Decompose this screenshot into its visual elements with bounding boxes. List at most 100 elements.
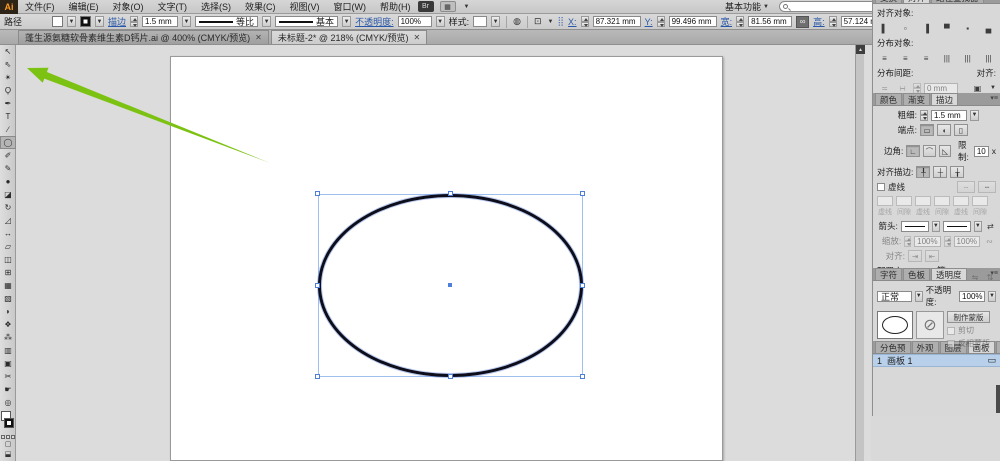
distribute-horizontal-right-icon[interactable]: ||| bbox=[981, 52, 996, 64]
drawing-modes-icon[interactable]: ▢ bbox=[0, 439, 16, 449]
tool-eraser[interactable]: ◪ bbox=[0, 188, 16, 201]
reference-point-locator-icon[interactable]: ⣿ bbox=[557, 16, 564, 27]
weight-field[interactable]: 1.5 mm bbox=[931, 109, 967, 121]
handle-middle-right[interactable] bbox=[580, 283, 585, 288]
tool-column-graph[interactable]: ▥ bbox=[0, 344, 16, 357]
gap-field[interactable] bbox=[896, 196, 912, 206]
arrowhead-start-select[interactable] bbox=[900, 220, 929, 232]
x-field[interactable]: 87.321 mm bbox=[592, 16, 641, 27]
menu-effect[interactable]: 效果(C) bbox=[238, 2, 283, 12]
doc-tab-2[interactable]: 未标题-2* @ 218% (CMYK/预览) ✕ bbox=[270, 30, 428, 44]
menu-type[interactable]: 文字(T) bbox=[151, 2, 195, 12]
tool-hand[interactable]: ☛ bbox=[0, 383, 16, 396]
gap-field[interactable] bbox=[972, 196, 988, 206]
menu-object[interactable]: 对象(O) bbox=[106, 2, 151, 12]
menu-select[interactable]: 选择(S) bbox=[194, 2, 238, 12]
align-vertical-bottom-icon[interactable]: ▄ bbox=[981, 22, 996, 34]
menu-file[interactable]: 文件(F) bbox=[18, 2, 62, 12]
dock-scrollbar-thumb[interactable] bbox=[996, 385, 1000, 413]
stroke-panel-link[interactable]: 描边 bbox=[108, 15, 126, 28]
y-stepper[interactable] bbox=[656, 16, 665, 27]
dash-field[interactable] bbox=[877, 196, 893, 206]
flip-across-icon[interactable]: ⇅ bbox=[984, 271, 996, 283]
handle-bottom-center[interactable] bbox=[448, 374, 453, 379]
tool-symbol-sprayer[interactable]: ⁂ bbox=[0, 331, 16, 344]
tool-pencil[interactable]: ✎ bbox=[0, 162, 16, 175]
tool-ellipse[interactable]: ◯ bbox=[0, 136, 16, 149]
distribute-vertical-top-icon[interactable]: ≡ bbox=[877, 52, 892, 64]
dash-field[interactable] bbox=[915, 196, 931, 206]
tool-perspective-grid[interactable]: ⊞ bbox=[0, 266, 16, 279]
spacing-stepper[interactable] bbox=[913, 82, 921, 94]
fill-dropdown-icon[interactable]: ▼ bbox=[67, 16, 77, 27]
weight-dropdown-icon[interactable]: ▼ bbox=[970, 109, 979, 121]
panel-opacity-dropdown-icon[interactable]: ▼ bbox=[988, 290, 996, 302]
width-stepper[interactable] bbox=[736, 16, 745, 27]
align-horizontal-left-icon[interactable]: ▌ bbox=[877, 22, 892, 34]
width-profile-dropdown-icon[interactable]: ▼ bbox=[262, 16, 272, 27]
scroll-up-icon[interactable]: ▲ bbox=[856, 45, 865, 54]
scale-end-stepper[interactable] bbox=[943, 235, 951, 247]
x-stepper[interactable] bbox=[580, 16, 589, 27]
opacity-field[interactable]: 100% bbox=[397, 16, 432, 27]
preserve-dash-icon[interactable]: ┄ bbox=[957, 181, 975, 193]
height-label[interactable]: 高: bbox=[813, 15, 825, 28]
y-field[interactable]: 99.496 mm bbox=[668, 16, 717, 27]
tab-transparency[interactable]: 透明度 bbox=[931, 268, 967, 280]
align-vertical-center-icon[interactable]: ▪ bbox=[960, 22, 975, 34]
tool-blob-brush[interactable]: ● bbox=[0, 175, 16, 188]
close-tab-icon[interactable]: ✕ bbox=[414, 33, 421, 42]
dash-field[interactable] bbox=[953, 196, 969, 206]
menu-view[interactable]: 视图(V) bbox=[283, 2, 327, 12]
distribute-vertical-bottom-icon[interactable]: ≡ bbox=[919, 52, 934, 64]
tab-swatches[interactable]: 色板 bbox=[903, 268, 931, 280]
tab-transform[interactable]: 变换 bbox=[875, 0, 903, 3]
tab-stroke[interactable]: 描边 bbox=[931, 93, 959, 105]
stroke-color-swatch[interactable] bbox=[80, 16, 92, 27]
tab-character[interactable]: 字符 bbox=[875, 268, 903, 280]
tool-rotate[interactable]: ↻ bbox=[0, 201, 16, 214]
align-stroke-center-icon[interactable]: ╀ bbox=[916, 166, 931, 178]
width-label[interactable]: 宽: bbox=[721, 15, 733, 28]
width-profile-select[interactable]: 等比 bbox=[195, 16, 259, 27]
arrowhead-end-select[interactable] bbox=[942, 220, 971, 232]
arrange-documents-icon[interactable]: ▦ bbox=[439, 1, 456, 12]
tool-slice[interactable]: ✂ bbox=[0, 370, 16, 383]
bridge-icon[interactable]: Br bbox=[417, 1, 434, 12]
tool-line-segment[interactable]: ∕ bbox=[0, 123, 16, 136]
stroke-weight-dropdown-icon[interactable]: ▼ bbox=[182, 16, 192, 27]
align-horizontal-right-icon[interactable]: ▐ bbox=[919, 22, 934, 34]
object-thumbnail[interactable] bbox=[877, 311, 913, 339]
opacity-dropdown-icon[interactable]: ▼ bbox=[435, 16, 445, 27]
style-field[interactable] bbox=[473, 16, 488, 27]
bevel-join-icon[interactable]: ◺ bbox=[939, 145, 952, 157]
ellipse-center-point[interactable] bbox=[448, 283, 452, 287]
tab-appearance[interactable]: 外观 bbox=[911, 341, 939, 353]
align-options-icon[interactable]: ⊡ bbox=[534, 16, 542, 27]
width-field[interactable]: 81.56 mm bbox=[748, 16, 793, 27]
constrain-proportions-icon[interactable]: ∞ bbox=[796, 15, 810, 28]
gradient-button[interactable] bbox=[5, 435, 10, 439]
link-scale-icon[interactable]: ∾ bbox=[983, 235, 996, 247]
tool-mesh[interactable]: ▦ bbox=[0, 279, 16, 292]
menu-help[interactable]: 帮助(H) bbox=[373, 2, 418, 12]
tab-attributes[interactable]: 属性 bbox=[995, 341, 1000, 353]
panel-menu-icon[interactable]: ▾≡ bbox=[990, 0, 998, 3]
tab-pathfinder[interactable]: 路径查找器 bbox=[931, 0, 984, 3]
brush-definition-select[interactable]: 基本 bbox=[275, 16, 339, 27]
tool-lasso[interactable]: Ϙ bbox=[0, 84, 16, 97]
menu-edit[interactable]: 编辑(E) bbox=[62, 2, 106, 12]
tool-eyedropper[interactable]: ◗ bbox=[0, 305, 16, 318]
artboard-row-1[interactable]: 1 画板 1 ▭ bbox=[873, 354, 1000, 367]
butt-cap-icon[interactable]: ▭ bbox=[920, 124, 934, 136]
clip-checkbox[interactable] bbox=[947, 326, 955, 335]
tool-pen[interactable]: ✒ bbox=[0, 97, 16, 110]
blend-mode-dropdown-icon[interactable]: ▼ bbox=[914, 290, 923, 302]
invert-mask-checkbox[interactable] bbox=[947, 339, 955, 348]
fill-color-swatch[interactable] bbox=[52, 16, 64, 27]
tab-color[interactable]: 颜色 bbox=[875, 93, 903, 105]
color-button[interactable] bbox=[0, 435, 5, 439]
horizontal-distribute-space-icon[interactable]: ∺ bbox=[895, 82, 910, 94]
align-dash-icon[interactable]: ╍ bbox=[978, 181, 996, 193]
close-tab-icon[interactable]: ✕ bbox=[255, 33, 262, 42]
